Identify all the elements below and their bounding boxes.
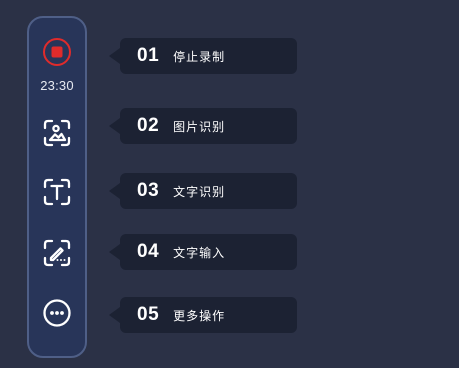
image-scan-icon	[43, 119, 71, 147]
tooltip-number: 03	[137, 180, 160, 201]
text-scan-icon	[43, 178, 71, 206]
tooltip-label: 文字识别	[173, 184, 226, 199]
tooltip-label: 更多操作	[173, 308, 226, 323]
tooltip-stop-recording: 01 停止录制	[120, 38, 297, 74]
tooltip-image-recognition: 02 图片识别	[120, 108, 297, 144]
text-input-button[interactable]	[39, 235, 75, 271]
image-recognition-button[interactable]	[39, 115, 75, 151]
tooltip-number: 04	[137, 241, 160, 262]
tooltip-text-input: 04 文字输入	[120, 234, 297, 270]
tooltip-text-recognition: 03 文字识别	[120, 173, 297, 209]
stop-icon	[43, 38, 71, 66]
text-recognition-button[interactable]	[39, 174, 75, 210]
floating-toolbar: 23:30	[27, 16, 87, 358]
tooltip-label: 图片识别	[173, 119, 226, 134]
recording-timer: 23:30	[40, 78, 74, 93]
tooltip-number: 02	[137, 115, 160, 136]
tooltip-number: 05	[137, 304, 160, 325]
tooltip-label: 文字输入	[173, 245, 226, 260]
more-dots-icon	[43, 299, 71, 327]
pen-input-icon	[43, 239, 71, 267]
tooltip-more-actions: 05 更多操作	[120, 297, 297, 333]
more-actions-button[interactable]	[39, 295, 75, 331]
tooltip-number: 01	[137, 45, 160, 66]
stop-recording-button[interactable]	[39, 34, 75, 70]
tooltip-label: 停止录制	[173, 49, 226, 64]
